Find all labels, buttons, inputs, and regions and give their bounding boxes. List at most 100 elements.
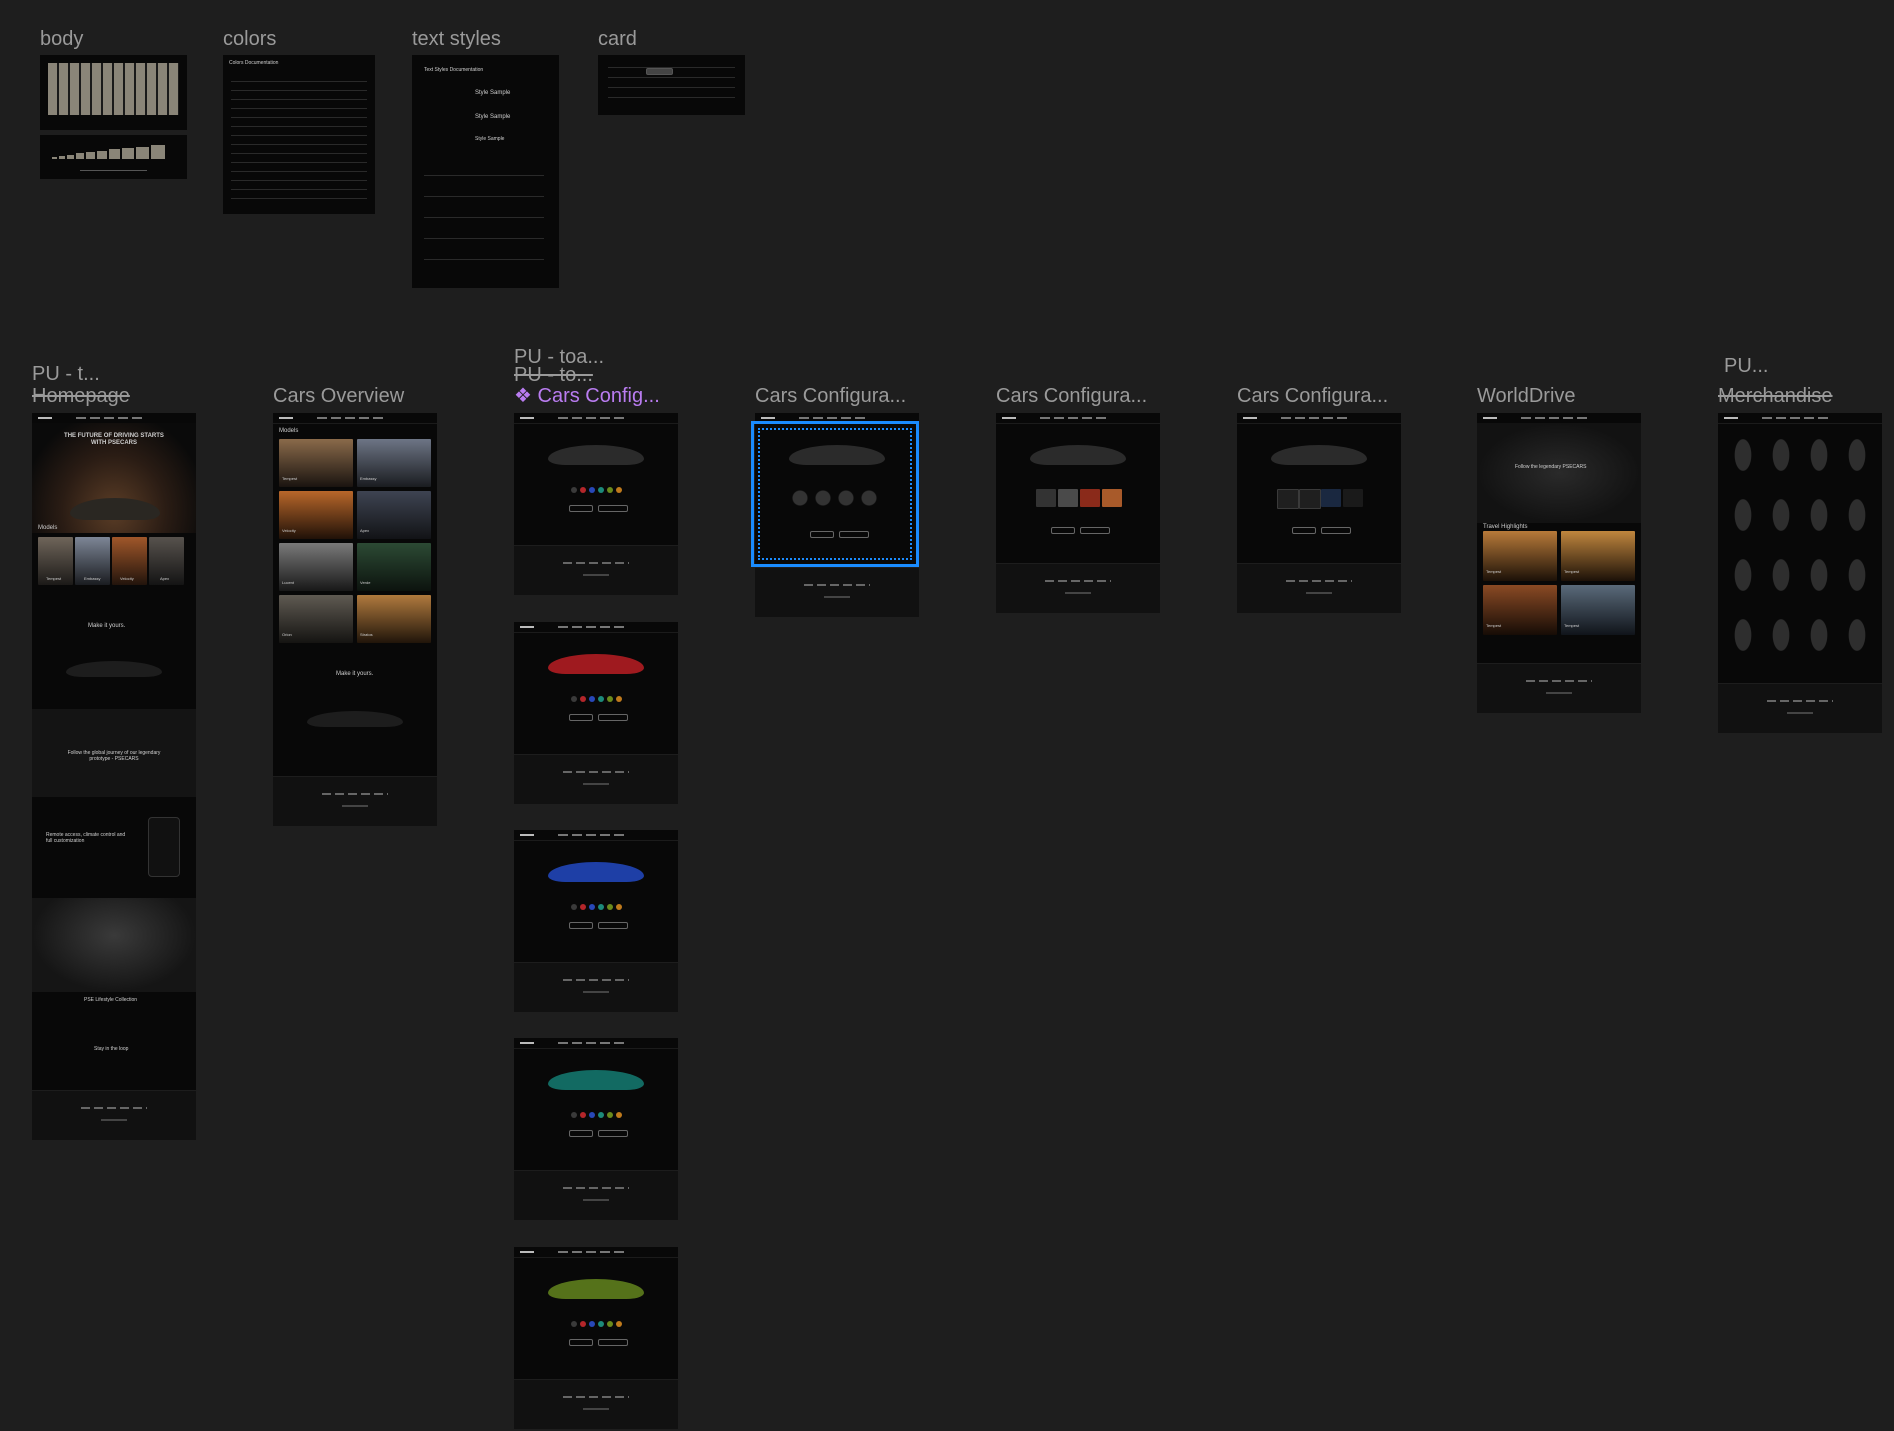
config-back-button[interactable] (569, 505, 593, 512)
colors-rows (231, 73, 367, 203)
worlddrive-travel-highlights: Travel Highlights (1483, 524, 1528, 530)
config-variant-frame[interactable] (514, 830, 678, 1012)
config-next-button[interactable] (1321, 527, 1351, 534)
interior-option[interactable] (1102, 489, 1122, 507)
travel-card-name: Tempest (1564, 623, 1580, 628)
worlddrive-map (1477, 423, 1641, 523)
frame-label-card[interactable]: card (598, 28, 637, 50)
frame-label-merch-tag[interactable]: PU... (1724, 355, 1768, 377)
config-next-button[interactable] (598, 714, 628, 721)
spacing-scale-preview (52, 145, 165, 159)
homepage-phone-mockup (148, 817, 180, 877)
color-swatches[interactable] (571, 487, 622, 493)
homepage-model-name: Apex (160, 576, 170, 581)
config-interior-frame[interactable] (996, 413, 1160, 613)
overview-model-name: Embassy (360, 476, 377, 481)
travel-card-name: Tempest (1564, 569, 1580, 574)
interior-option[interactable] (1036, 489, 1056, 507)
travel-card-name: Tempest (1486, 569, 1502, 574)
frame-label-homepage[interactable]: Homepage (32, 385, 130, 407)
overview-model-name: Orion (282, 632, 292, 637)
overview-model-name: Apex (360, 528, 370, 533)
config-next-button[interactable] (598, 505, 628, 512)
config-next-button[interactable] (1080, 527, 1110, 534)
config-back-button[interactable] (1051, 527, 1075, 534)
config-car (548, 1279, 644, 1299)
config-variant-frame[interactable] (514, 1247, 678, 1429)
frame-label-config-2[interactable]: Cars Configura... (755, 385, 906, 407)
config-car (548, 654, 644, 674)
frame-label-config-tag-2[interactable]: PU - to... (514, 364, 593, 386)
style-sample-h1: Style Sample (475, 90, 511, 96)
config-back-button[interactable] (1292, 527, 1316, 534)
text-styles-frame[interactable]: Text Styles Documentation Style Sample S… (412, 55, 559, 288)
config-back-button[interactable] (569, 1130, 593, 1137)
color-swatches[interactable] (571, 696, 622, 702)
homepage-hero-title: THE FUTURE OF DRIVING STARTS WITH PSECAR… (64, 433, 164, 446)
frame-label-config-component[interactable]: ❖ Cars Config... (514, 385, 660, 407)
config-extras-frame[interactable] (1237, 413, 1401, 613)
merchandise-frame[interactable] (1718, 413, 1882, 733)
overview-make-it-yours: Make it yours. (336, 671, 374, 677)
overview-model-name: Verde (360, 580, 371, 585)
card-variant-btn (646, 68, 673, 75)
frame-label-cars-overview[interactable]: Cars Overview (273, 385, 404, 407)
config-next-button[interactable] (598, 922, 628, 929)
color-swatches[interactable] (571, 1321, 622, 1327)
overview-models-title: Models (279, 428, 299, 434)
colors-frame[interactable]: Colors Documentation (223, 55, 375, 214)
homepage-remote-access: Remote access, climate control and full … (46, 832, 126, 844)
frame-label-text-styles[interactable]: text styles (412, 28, 501, 50)
config-next-button[interactable] (598, 1339, 628, 1346)
homepage-lifestyle-title: PSE Lifestyle Collection (84, 997, 138, 1003)
config-car (1030, 445, 1126, 465)
worlddrive-frame[interactable]: Follow the legendary PSECARS Travel High… (1477, 413, 1641, 713)
config-car (548, 862, 644, 882)
worlddrive-follow: Follow the legendary PSECARS (1515, 464, 1587, 470)
config-variant-frame[interactable] (514, 1038, 678, 1220)
extras-option[interactable] (1277, 489, 1299, 509)
grid-columns-preview (48, 63, 179, 115)
overview-model-name: Tempest (282, 476, 298, 481)
cars-overview-frame[interactable]: Models Tempest Embassy Velocity Apex Luc… (273, 413, 437, 826)
frame-label-config-component-text: Cars Config... (537, 385, 660, 407)
frame-label-config-3[interactable]: Cars Configura... (996, 385, 1147, 407)
homepage-make-it-yours: Make it yours. (88, 623, 126, 629)
frame-label-colors[interactable]: colors (223, 28, 276, 50)
config-variant-frame[interactable] (514, 622, 678, 804)
config-next-button[interactable] (598, 1130, 628, 1137)
interior-option[interactable] (1058, 489, 1078, 507)
body-frame[interactable] (40, 55, 187, 130)
frame-label-merchandise[interactable]: Merchandise (1718, 385, 1833, 407)
extras-option[interactable] (1299, 489, 1321, 509)
color-swatches[interactable] (571, 1112, 622, 1118)
overview-dark-car (307, 711, 403, 727)
extras-option[interactable] (1343, 489, 1363, 507)
config-back-button[interactable] (569, 922, 593, 929)
card-frame[interactable] (598, 55, 745, 115)
homepage-dark-car (66, 661, 162, 677)
homepage-follow-journey: Follow the global journey of our legenda… (67, 750, 161, 762)
style-sample-h2: Style Sample (475, 114, 511, 120)
config-variant-frame[interactable] (514, 413, 678, 595)
frame-label-config-4[interactable]: Cars Configura... (1237, 385, 1388, 407)
config-back-button[interactable] (569, 1339, 593, 1346)
config-back-button[interactable] (569, 714, 593, 721)
homepage-model-name: Embassy (84, 576, 101, 581)
spacing-frame[interactable] (40, 135, 187, 179)
frame-label-worlddrive[interactable]: WorldDrive (1477, 385, 1576, 407)
homepage-frame[interactable]: THE FUTURE OF DRIVING STARTS WITH PSECAR… (32, 413, 196, 1140)
homepage-model-name: Velocity (120, 576, 134, 581)
homepage-model-name: Tempest (46, 576, 62, 581)
component-icon: ❖ (514, 385, 538, 407)
style-sample-h3: Style Sample (475, 136, 505, 142)
travel-card-name: Tempest (1486, 623, 1502, 628)
frame-label-homepage-tag[interactable]: PU - t... (32, 363, 100, 385)
extras-option[interactable] (1321, 489, 1341, 507)
selection-outline (751, 421, 919, 567)
overview-model-name: Velocity (282, 528, 296, 533)
interior-option[interactable] (1080, 489, 1100, 507)
frame-label-body[interactable]: body (40, 28, 83, 50)
homepage-lifestyle-image (32, 898, 196, 992)
color-swatches[interactable] (571, 904, 622, 910)
